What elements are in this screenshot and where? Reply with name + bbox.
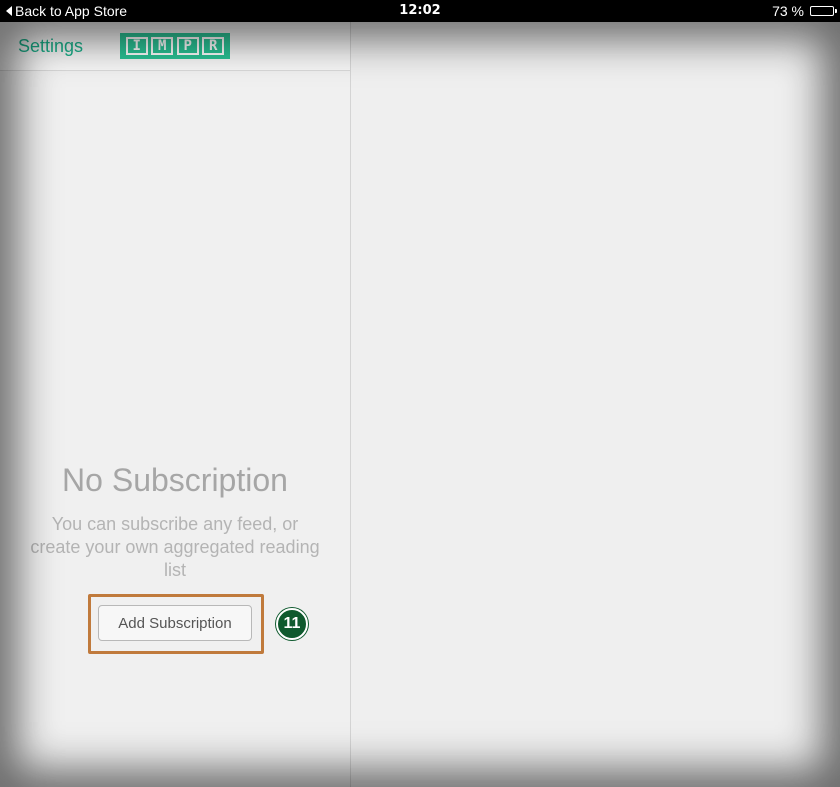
logo-letter: P — [176, 37, 199, 55]
app-screen: Settings I M P R No Subscription You can… — [0, 22, 840, 787]
logo-letter: M — [151, 37, 174, 55]
status-time: 12:02 — [399, 3, 441, 18]
step-number-badge: 11 — [276, 608, 308, 640]
empty-state-message: You can subscribe any feed, or create yo… — [30, 514, 320, 580]
empty-state: No Subscription You can subscribe any fe… — [0, 462, 350, 582]
logo-letter: I — [125, 37, 148, 55]
add-subscription-button[interactable]: Add Subscription — [98, 605, 252, 641]
empty-state-title: No Subscription — [62, 462, 288, 498]
battery-percent: 73 % — [772, 3, 804, 19]
battery-icon — [810, 6, 837, 16]
status-bar: Back to App Store 12:02 73 % — [0, 0, 840, 22]
battery-status: 73 % — [772, 3, 837, 19]
logo-letter: R — [202, 37, 225, 55]
settings-button[interactable]: Settings — [18, 36, 83, 57]
navigation-bar: Settings I M P R — [0, 22, 350, 71]
subscription-list-pane: Settings I M P R No Subscription You can… — [0, 22, 351, 787]
detail-pane — [351, 22, 840, 787]
impr-logo: I M P R — [120, 33, 230, 59]
add-subscription-highlight: Add Subscription — [88, 594, 264, 654]
